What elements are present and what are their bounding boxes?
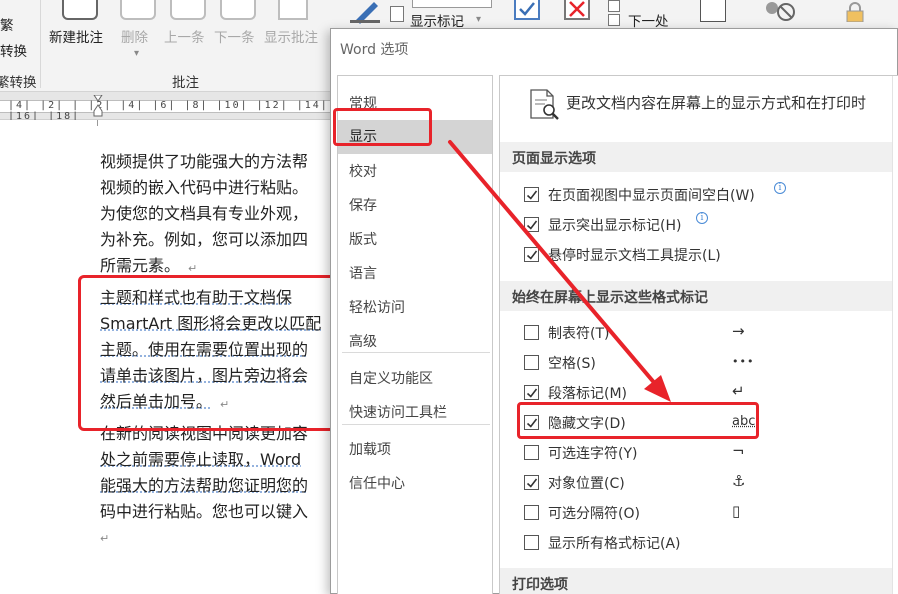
nav-item-save[interactable]: 保存 [338, 189, 492, 223]
delete-comment-icon [120, 0, 156, 20]
horizontal-ruler: |4| |2| | |2| |4| |6| |8| |10| |12| |14|… [0, 92, 330, 122]
options-nav: 常规 显示 校对 保存 版式 语言 轻松访问 高级 自定义功能区 快速访问工具栏… [337, 75, 493, 594]
display-header: 更改文档内容在屏幕上的显示方式和在打印时 [566, 94, 867, 112]
traditional-button[interactable]: 繁 [0, 14, 14, 34]
option-label: 在页面视图中显示页面间空白(W) [548, 188, 755, 204]
annotation-highlight-hidden-text [517, 402, 759, 439]
nav-item-proofing[interactable]: 校对 [338, 155, 492, 189]
option-checkbox[interactable] [524, 325, 539, 340]
previous-comment-button[interactable]: 上一条 [164, 26, 205, 46]
option-label: 可选连字符(Y) [548, 446, 638, 462]
block-authors-icon[interactable] [760, 0, 800, 22]
nav-item-language[interactable]: 语言 [338, 257, 492, 291]
document-line: 视频提供了功能强大的方法帮 [100, 152, 309, 171]
chevron-down-icon[interactable]: ▾ [476, 14, 481, 25]
nav-item-typography[interactable]: 版式 [338, 223, 492, 257]
option-checkbox[interactable] [524, 385, 539, 400]
annotation-highlight-display-nav [333, 108, 432, 146]
format-mark-symbol-icon: ¬ [732, 442, 745, 460]
delete-comment-button[interactable]: 删除 [121, 26, 148, 46]
option-label: 悬停时显示文档工具提示(L) [548, 248, 721, 264]
format-mark-symbol-icon: → [732, 322, 745, 340]
next-change-icon[interactable] [608, 14, 620, 26]
format-mark-symbol-icon: ⚓ [732, 472, 746, 490]
format-mark-symbol-icon: ▯ [732, 502, 741, 520]
nav-item-add-ins[interactable]: 加载项 [338, 433, 492, 467]
nav-item-accessibility[interactable]: 轻松访问 [338, 291, 492, 325]
option-label: 显示所有格式标记(A) [548, 536, 681, 552]
content-scrollbar[interactable] [892, 76, 898, 594]
section-title: 打印选项 [512, 577, 568, 593]
option-label: 制表符(T) [548, 326, 610, 342]
paragraph-mark-icon: ↵ [188, 262, 198, 275]
next-comment-icon [220, 0, 256, 20]
comments-group-label: 批注 [172, 75, 199, 91]
option-checkbox[interactable] [524, 475, 539, 490]
document-line: 视频的嵌入代码中进行粘贴。 [100, 178, 309, 197]
option-label: 空格(S) [548, 356, 596, 372]
nav-divider [342, 352, 490, 353]
dialog-title: Word 选项 [340, 42, 409, 58]
new-comment-button[interactable]: 新建批注 [49, 26, 103, 46]
option-label: 段落标记(M) [548, 386, 628, 402]
option-label: 可选分隔符(O) [548, 506, 640, 522]
ribbon-separator [40, 0, 41, 88]
options-content: 更改文档内容在屏幕上的显示方式和在打印时 页面显示选项 在页面视图中显示页面间空… [499, 75, 898, 594]
option-checkbox[interactable] [524, 505, 539, 520]
option-checkbox[interactable] [524, 247, 539, 262]
chevron-down-icon[interactable]: ▾ [134, 48, 139, 59]
section-title: 始终在屏幕上显示这些格式标记 [512, 290, 708, 306]
reject-icon[interactable] [564, 0, 590, 20]
option-label: 对象位置(C) [548, 476, 625, 492]
option-checkbox[interactable] [524, 217, 539, 232]
convert-button[interactable]: 转换 [0, 40, 27, 60]
option-checkbox[interactable] [524, 187, 539, 202]
new-comment-icon [62, 0, 98, 20]
section-formatting-marks: 始终在屏幕上显示这些格式标记 [500, 281, 898, 311]
display-page-icon [528, 88, 560, 122]
nav-item-customize-ribbon[interactable]: 自定义功能区 [338, 362, 492, 396]
nav-item-trust-center[interactable]: 信任中心 [338, 467, 492, 501]
paragraph-mark-icon: ↵ [100, 532, 110, 545]
ruler-ticks: |4| |2| | |2| |4| |6| |8| |10| |12| |14|… [8, 100, 329, 122]
convert-group-label: 繁转换 [0, 75, 37, 91]
option-checkbox[interactable] [524, 445, 539, 460]
document-line: 所需元素。 [100, 256, 181, 275]
next-comment-button[interactable]: 下一条 [214, 26, 255, 46]
format-mark-symbol-icon: ↵ [732, 382, 745, 400]
show-comments-icon [278, 0, 308, 20]
document-icon [390, 6, 404, 22]
show-markup-dropdown[interactable]: 显示标记 [410, 10, 464, 30]
option-checkbox[interactable] [524, 535, 539, 550]
section-page-display: 页面显示选项 [500, 142, 898, 172]
document-line: 能强大的方法帮助您证明您的 [100, 476, 309, 495]
previous-comment-icon [170, 0, 206, 20]
nav-item-advanced[interactable]: 高级 [338, 325, 492, 359]
annotation-highlight-paragraph [78, 275, 336, 431]
document-line: 码中进行粘贴。您也可以键入 [100, 502, 309, 521]
document-line: 为补充。例如，您可以添加四 [100, 230, 309, 249]
restrict-editing-icon[interactable] [845, 2, 865, 23]
show-comments-button[interactable]: 显示批注 [264, 26, 318, 46]
option-checkbox[interactable] [524, 355, 539, 370]
format-mark-symbol-icon: ••• [732, 355, 755, 368]
info-icon[interactable]: i [696, 212, 708, 224]
section-title: 页面显示选项 [512, 151, 596, 167]
track-changes-icon[interactable] [348, 0, 384, 24]
info-icon[interactable]: i [774, 182, 786, 194]
previous-change-icon[interactable] [608, 0, 620, 12]
markup-combo[interactable] [412, 0, 492, 8]
nav-divider [342, 424, 490, 425]
document-line: 处之前需要停止读取，Word [100, 450, 302, 469]
document-line: 为使您的文档具有专业外观， [100, 204, 309, 223]
option-label: 显示突出显示标记(H) [548, 218, 682, 234]
section-print-options: 打印选项 [500, 568, 898, 594]
accept-icon[interactable] [514, 0, 540, 20]
indent-marker-icon[interactable] [93, 94, 103, 117]
compare-icon[interactable] [700, 0, 726, 22]
next-change-button[interactable]: 下一处 [628, 10, 669, 30]
